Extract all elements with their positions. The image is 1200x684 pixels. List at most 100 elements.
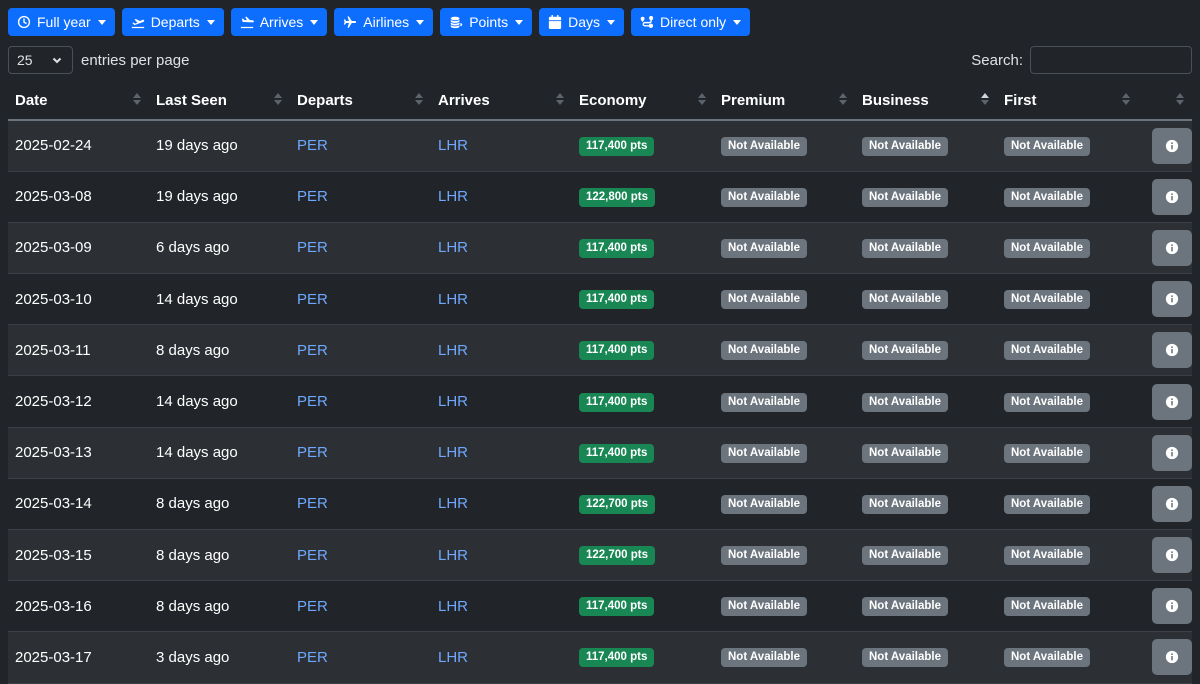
info-circle-icon (1165, 600, 1179, 613)
departs-link[interactable]: PER (297, 188, 328, 205)
arrives-link[interactable]: LHR (438, 598, 468, 615)
entries-per-page-select[interactable]: 25 (8, 46, 73, 74)
arrives-link[interactable]: LHR (438, 649, 468, 666)
column-header-last-seen[interactable]: Last Seen (149, 81, 290, 121)
column-header-actions[interactable] (1138, 81, 1192, 121)
business-status-badge: Not Available (862, 443, 948, 463)
filter-departs-button[interactable]: Departs (121, 8, 224, 36)
filter-full-year-button[interactable]: Full year (8, 8, 115, 36)
info-button[interactable] (1152, 639, 1192, 676)
first-cell: Not Available (997, 529, 1138, 582)
arrives-link[interactable]: LHR (438, 393, 468, 410)
filter-label: Airlines (363, 14, 410, 30)
date: 2025-03-11 (15, 341, 91, 359)
info-button[interactable] (1152, 229, 1192, 266)
info-button[interactable] (1152, 178, 1192, 215)
departs-link[interactable]: PER (297, 444, 328, 461)
arrives-cell: LHR (431, 375, 572, 428)
column-header-first[interactable]: First (997, 81, 1138, 121)
filter-days-button[interactable]: Days (539, 8, 625, 36)
economy-cell: 117,400 pts (572, 631, 714, 684)
column-header-label: Departs (297, 91, 353, 109)
info-button[interactable] (1152, 537, 1192, 574)
arrives-cell: LHR (431, 171, 572, 223)
economy-points-badge: 117,400 pts (579, 136, 655, 156)
filter-airlines-button[interactable]: Airlines (334, 8, 434, 36)
arrives-link[interactable]: LHR (438, 444, 468, 461)
sort-icon (133, 93, 141, 105)
info-button[interactable] (1152, 127, 1192, 164)
departs-link[interactable]: PER (297, 393, 328, 410)
departs-link[interactable]: PER (297, 649, 328, 666)
table-row: 2025-03-12 14 days ago PER LHR 117,400 pts No… (8, 375, 1192, 428)
filter-arrives-button[interactable]: Arrives (230, 8, 328, 36)
premium-cell: Not Available (714, 120, 855, 172)
info-button[interactable] (1152, 485, 1192, 522)
column-header-business[interactable]: Business (855, 81, 997, 121)
date-cell: 2025-03-08 (8, 171, 149, 223)
column-header-economy[interactable]: Economy (572, 81, 714, 121)
departs-link[interactable]: PER (297, 239, 328, 256)
date-cell: 2025-02-24 (8, 120, 149, 172)
economy-cell: 117,400 pts (572, 222, 714, 275)
table-row: 2025-03-13 14 days ago PER LHR 117,400 pts No… (8, 427, 1192, 479)
info-button[interactable] (1152, 588, 1192, 625)
arrives-link[interactable]: LHR (438, 547, 468, 564)
business-status-badge: Not Available (862, 290, 948, 310)
first-cell: Not Available (997, 478, 1138, 531)
departs-link[interactable]: PER (297, 547, 328, 564)
economy-points-badge: 122,700 pts (579, 546, 656, 566)
info-button[interactable] (1152, 281, 1192, 318)
departs-link[interactable]: PER (297, 137, 328, 154)
column-header-arrives[interactable]: Arrives (431, 81, 572, 121)
arrives-link[interactable]: LHR (438, 342, 468, 359)
column-header-departs[interactable]: Departs (290, 81, 431, 121)
first-cell: Not Available (997, 324, 1138, 377)
premium-status-badge: Not Available (721, 494, 807, 514)
first-cell: Not Available (997, 427, 1138, 479)
departs-cell: PER (290, 631, 431, 684)
departs-link[interactable]: PER (297, 291, 328, 308)
arrives-link[interactable]: LHR (438, 239, 468, 256)
arrives-link[interactable]: LHR (438, 291, 468, 308)
last-seen-cell: 19 days ago (149, 120, 290, 172)
departs-link[interactable]: PER (297, 598, 328, 615)
info-button[interactable] (1152, 434, 1192, 471)
filter-toolbar: Full year Departs Arrives Airlines Point… (8, 8, 751, 36)
arrives-link[interactable]: LHR (438, 188, 468, 205)
business-cell: Not Available (855, 427, 997, 479)
economy-cell: 122,700 pts (572, 529, 714, 582)
search-box: Search: (971, 46, 1192, 74)
departs-cell: PER (290, 375, 431, 428)
departs-link[interactable]: PER (297, 495, 328, 512)
first-status-badge: Not Available (1004, 443, 1090, 463)
first-cell: Not Available (997, 171, 1138, 223)
column-header-label: Date (15, 91, 48, 109)
actions-cell (1138, 529, 1192, 582)
business-status-badge: Not Available (862, 597, 948, 617)
first-status-badge: Not Available (1004, 136, 1090, 156)
business-cell: Not Available (855, 478, 997, 531)
info-circle-icon (1165, 651, 1179, 664)
caret-down-icon (97, 19, 106, 25)
filter-points-button[interactable]: Points (440, 8, 533, 36)
arrives-link[interactable]: LHR (438, 495, 468, 512)
filter-label: Departs (150, 14, 200, 30)
column-header-premium[interactable]: Premium (714, 81, 855, 121)
economy-points-badge: 122,700 pts (579, 494, 656, 514)
departs-link[interactable]: PER (297, 342, 328, 359)
first-status-badge: Not Available (1004, 494, 1090, 514)
info-button[interactable] (1152, 332, 1192, 369)
info-button[interactable] (1152, 383, 1192, 420)
economy-points-badge: 117,400 pts (579, 290, 655, 310)
date-cell: 2025-03-11 (8, 324, 149, 377)
column-header-date[interactable]: Date (8, 81, 149, 121)
info-circle-icon (1165, 190, 1179, 203)
search-input[interactable] (1030, 46, 1192, 74)
departs-cell: PER (290, 222, 431, 275)
arrives-link[interactable]: LHR (438, 137, 468, 154)
sort-icon (556, 93, 564, 105)
table-row: 2025-03-08 19 days ago PER LHR 122,800 pts No… (8, 171, 1192, 223)
filter-direct-only-button[interactable]: Direct only (631, 8, 751, 36)
caret-down-icon (607, 19, 616, 25)
